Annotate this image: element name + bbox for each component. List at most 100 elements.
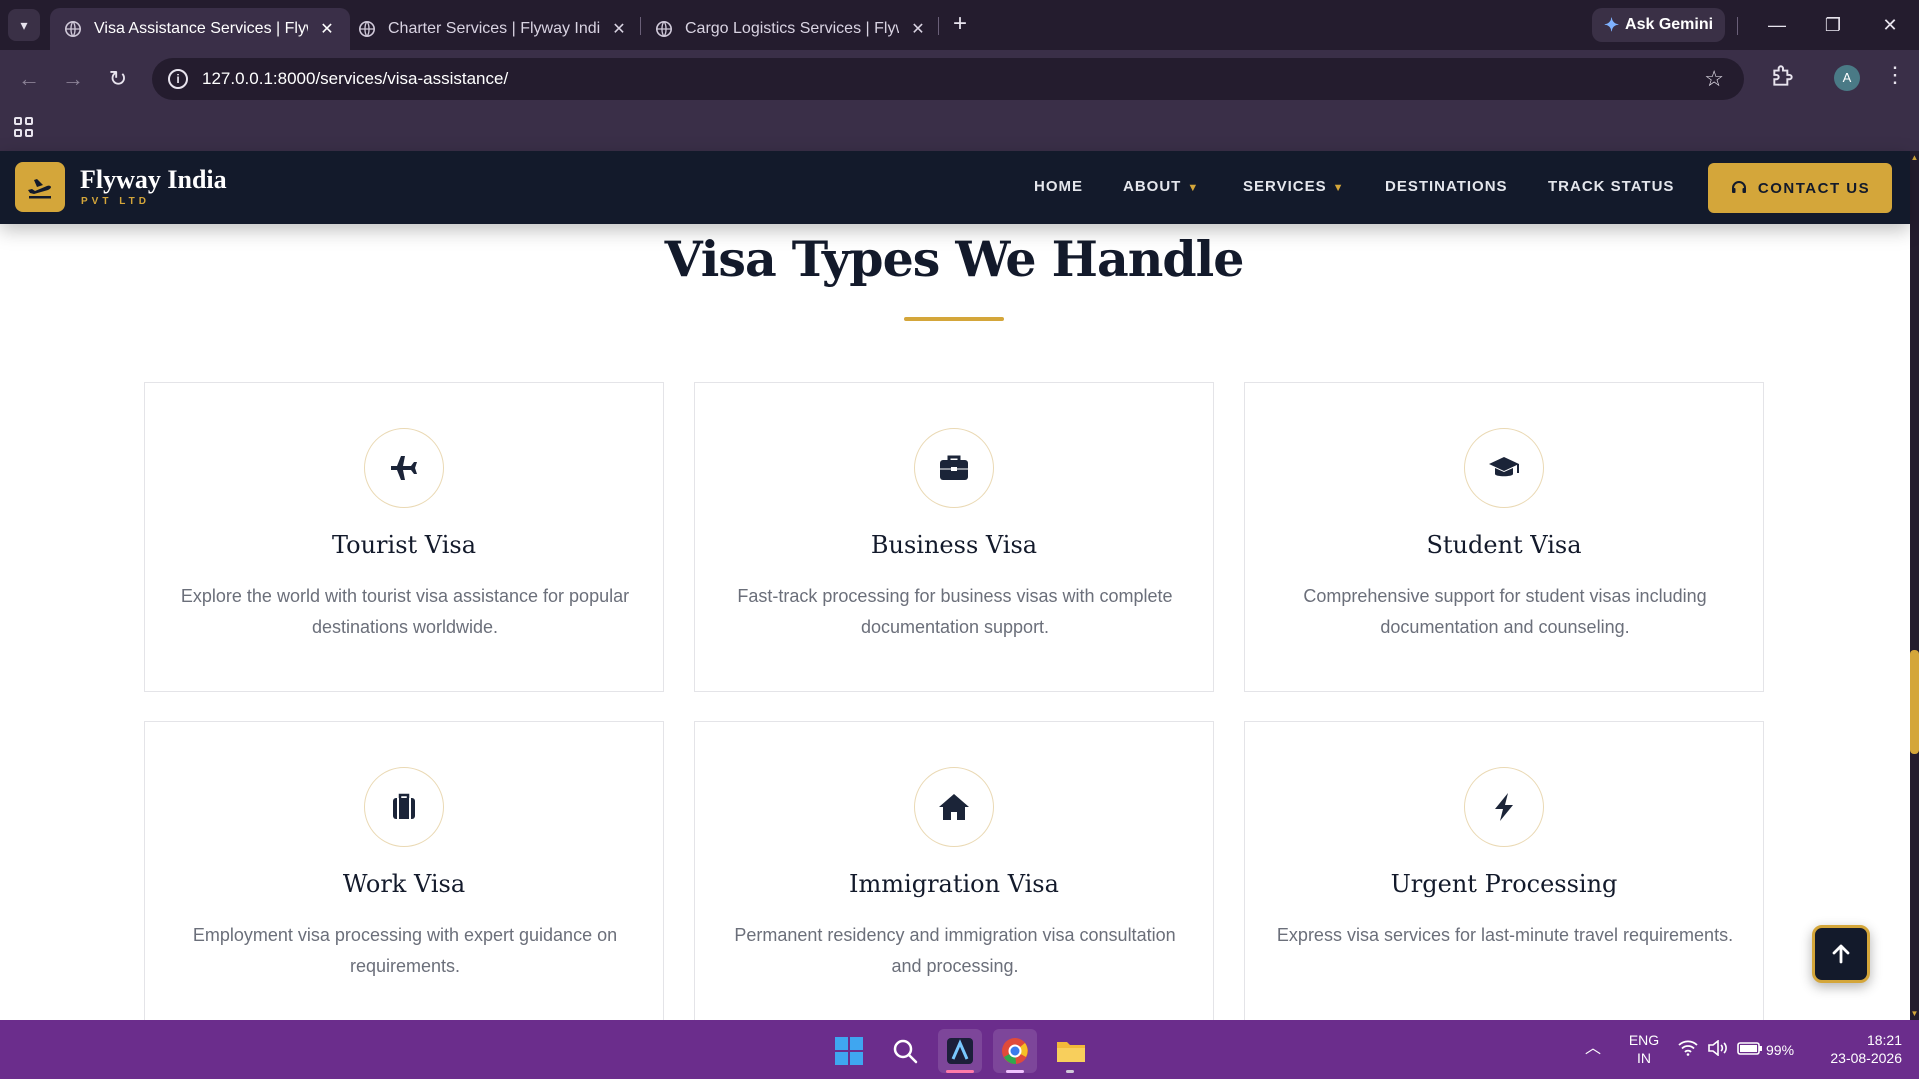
site-header: Flyway India PVT LTD HOME ABOUT ▼ SERVICE… xyxy=(0,151,1910,224)
arc-app-icon[interactable] xyxy=(938,1029,982,1073)
suitcase-icon xyxy=(393,793,415,819)
close-icon[interactable]: ✕ xyxy=(610,19,628,39)
app-running-indicator xyxy=(1006,1070,1024,1073)
file-explorer-icon[interactable] xyxy=(1049,1029,1093,1073)
card-description: Fast-track processing for business visas… xyxy=(737,586,1173,637)
nav-services[interactable]: SERVICES ▼ xyxy=(1243,178,1344,195)
scroll-down-arrow-icon[interactable]: ▼ xyxy=(1910,1009,1919,1019)
title-underline xyxy=(904,317,1004,321)
app-running-indicator xyxy=(1066,1070,1074,1073)
gemini-sparkle-icon: ✦ xyxy=(1603,14,1620,35)
nav-track-status-label: TRACK STATUS xyxy=(1548,178,1675,195)
minimize-icon[interactable]: — xyxy=(1757,10,1797,40)
url-text[interactable]: 127.0.0.1:8000/services/visa-assistance/ xyxy=(202,69,508,89)
card-description: Permanent residency and immigration visa… xyxy=(734,925,1176,976)
nav-destinations[interactable]: DESTINATIONS xyxy=(1385,178,1508,195)
headset-icon xyxy=(1731,181,1746,193)
visa-card-immigration[interactable]: Immigration Visa Permanent residency and… xyxy=(694,721,1214,1031)
visa-card-work[interactable]: Work Visa Employment visa processing wit… xyxy=(144,721,664,1031)
language-code: ENG xyxy=(1628,1032,1660,1048)
window-close-icon[interactable]: ✕ xyxy=(1870,10,1910,40)
card-icon-circle xyxy=(1464,767,1544,847)
url-omnibox[interactable]: i 127.0.0.1:8000/services/visa-assistanc… xyxy=(152,58,1744,100)
card-title: Business Visa xyxy=(870,531,1038,559)
reload-icon[interactable]: ↻ xyxy=(103,64,133,94)
language-region: IN xyxy=(1637,1050,1651,1066)
tab-charter-services[interactable]: Charter Services | Flyway India Pvt Ltd … xyxy=(344,8,642,50)
ask-gemini-label: Ask Gemini xyxy=(1625,16,1714,33)
scrollbar-thumb[interactable] xyxy=(1910,650,1919,754)
tab-separator xyxy=(938,17,939,35)
tab-cargo-logistics[interactable]: Cargo Logistics Services | Flyway India … xyxy=(641,8,941,50)
chevron-down-icon: ▼ xyxy=(1187,182,1200,194)
card-description: Express visa services for last-minute tr… xyxy=(1276,925,1734,945)
card-title: Student Visa xyxy=(1426,531,1582,559)
tab-visa-assistance[interactable]: Visa Assistance Services | Flyway India … xyxy=(50,8,350,50)
logo-plane-icon[interactable] xyxy=(15,162,65,212)
extensions-puzzle-icon[interactable] xyxy=(1770,63,1796,89)
restore-icon[interactable]: ❐ xyxy=(1813,10,1853,40)
chrome-app-icon[interactable] xyxy=(993,1029,1037,1073)
visa-card-urgent[interactable]: Urgent Processing Express visa services … xyxy=(1244,721,1764,1031)
forward-arrow-icon[interactable]: → xyxy=(58,64,88,94)
ask-gemini-button[interactable]: ✦ Ask Gemini xyxy=(1592,8,1725,42)
show-hidden-icons-chevron-icon[interactable]: ︿ xyxy=(1585,1040,1601,1058)
tab-separator xyxy=(1737,17,1738,35)
battery-icon[interactable] xyxy=(1737,1040,1763,1060)
card-title: Work Visa xyxy=(342,870,466,898)
address-bar-row: ← → ↻ i 127.0.0.1:8000/services/visa-ass… xyxy=(0,50,1919,108)
close-icon[interactable]: ✕ xyxy=(318,19,336,39)
browser-tab-bar: ▾ Visa Assistance Services | Flyway Indi… xyxy=(0,0,1919,50)
language-indicator[interactable]: ENG IN xyxy=(1626,1031,1662,1067)
card-description: Explore the world with tourist visa assi… xyxy=(180,586,630,637)
tab-title: Charter Services | Flyway India Pvt Ltd xyxy=(388,20,600,37)
card-icon-circle xyxy=(1464,428,1544,508)
globe-icon xyxy=(64,20,82,38)
chevron-down-icon: ▼ xyxy=(1332,182,1345,194)
apps-grid-icon[interactable] xyxy=(14,117,34,137)
visa-card-student[interactable]: Student Visa Comprehensive support for s… xyxy=(1244,382,1764,692)
brand-subtitle: PVT LTD xyxy=(81,196,150,207)
plane-takeoff-icon xyxy=(28,179,51,199)
close-icon[interactable]: ✕ xyxy=(909,19,927,39)
nav-destinations-label: DESTINATIONS xyxy=(1385,178,1508,195)
app-running-indicator xyxy=(946,1070,974,1073)
nav-track-status[interactable]: TRACK STATUS xyxy=(1548,178,1674,195)
visa-card-business[interactable]: Business Visa Fast-track processing for … xyxy=(694,382,1214,692)
scroll-up-arrow-icon[interactable]: ▲ xyxy=(1910,153,1919,163)
tab-title: Cargo Logistics Services | Flyway India … xyxy=(685,20,899,37)
arrow-up-icon xyxy=(1832,944,1850,964)
clock-time: 18:21 xyxy=(1866,1032,1902,1048)
back-to-top-button[interactable] xyxy=(1812,925,1870,983)
tab-search-button[interactable]: ▾ xyxy=(8,9,40,41)
profile-avatar[interactable]: A xyxy=(1834,65,1860,91)
windows-start-icon[interactable] xyxy=(827,1029,871,1073)
nav-home[interactable]: HOME xyxy=(1034,178,1083,195)
globe-icon xyxy=(655,20,673,38)
nav-about-label: ABOUT xyxy=(1123,178,1182,195)
graduation-cap-icon xyxy=(1489,457,1519,477)
card-title: Urgent Processing xyxy=(1390,870,1618,898)
bolt-icon xyxy=(1495,793,1513,821)
card-icon-circle xyxy=(364,767,444,847)
contact-us-button[interactable]: CONTACT US xyxy=(1708,163,1892,213)
card-description: Employment visa processing with expert g… xyxy=(192,925,618,976)
battery-percent: 99% xyxy=(1766,1042,1795,1058)
volume-icon[interactable] xyxy=(1707,1039,1729,1060)
back-arrow-icon[interactable]: ← xyxy=(14,64,44,94)
site-info-icon[interactable]: i xyxy=(168,69,188,89)
tab-title: Visa Assistance Services | Flyway India … xyxy=(94,20,308,37)
wifi-icon[interactable] xyxy=(1678,1040,1698,1060)
clock[interactable]: 18:21 23-08-2026 xyxy=(1812,1031,1902,1067)
plane-icon xyxy=(391,456,417,480)
more-menu-icon[interactable]: ⋮ xyxy=(1884,62,1906,88)
bookmark-bar xyxy=(0,108,1919,151)
search-icon[interactable] xyxy=(883,1029,927,1073)
brand-name[interactable]: Flyway India xyxy=(80,165,227,195)
new-tab-button[interactable]: + xyxy=(946,11,974,39)
bookmark-star-icon[interactable]: ☆ xyxy=(1704,66,1724,92)
page-scrollbar[interactable] xyxy=(1910,151,1919,1020)
visa-card-tourist[interactable]: Tourist Visa Explore the world with tour… xyxy=(144,382,664,692)
nav-about[interactable]: ABOUT ▼ xyxy=(1123,178,1199,195)
section-title: Visa Types We Handle xyxy=(664,230,1245,288)
